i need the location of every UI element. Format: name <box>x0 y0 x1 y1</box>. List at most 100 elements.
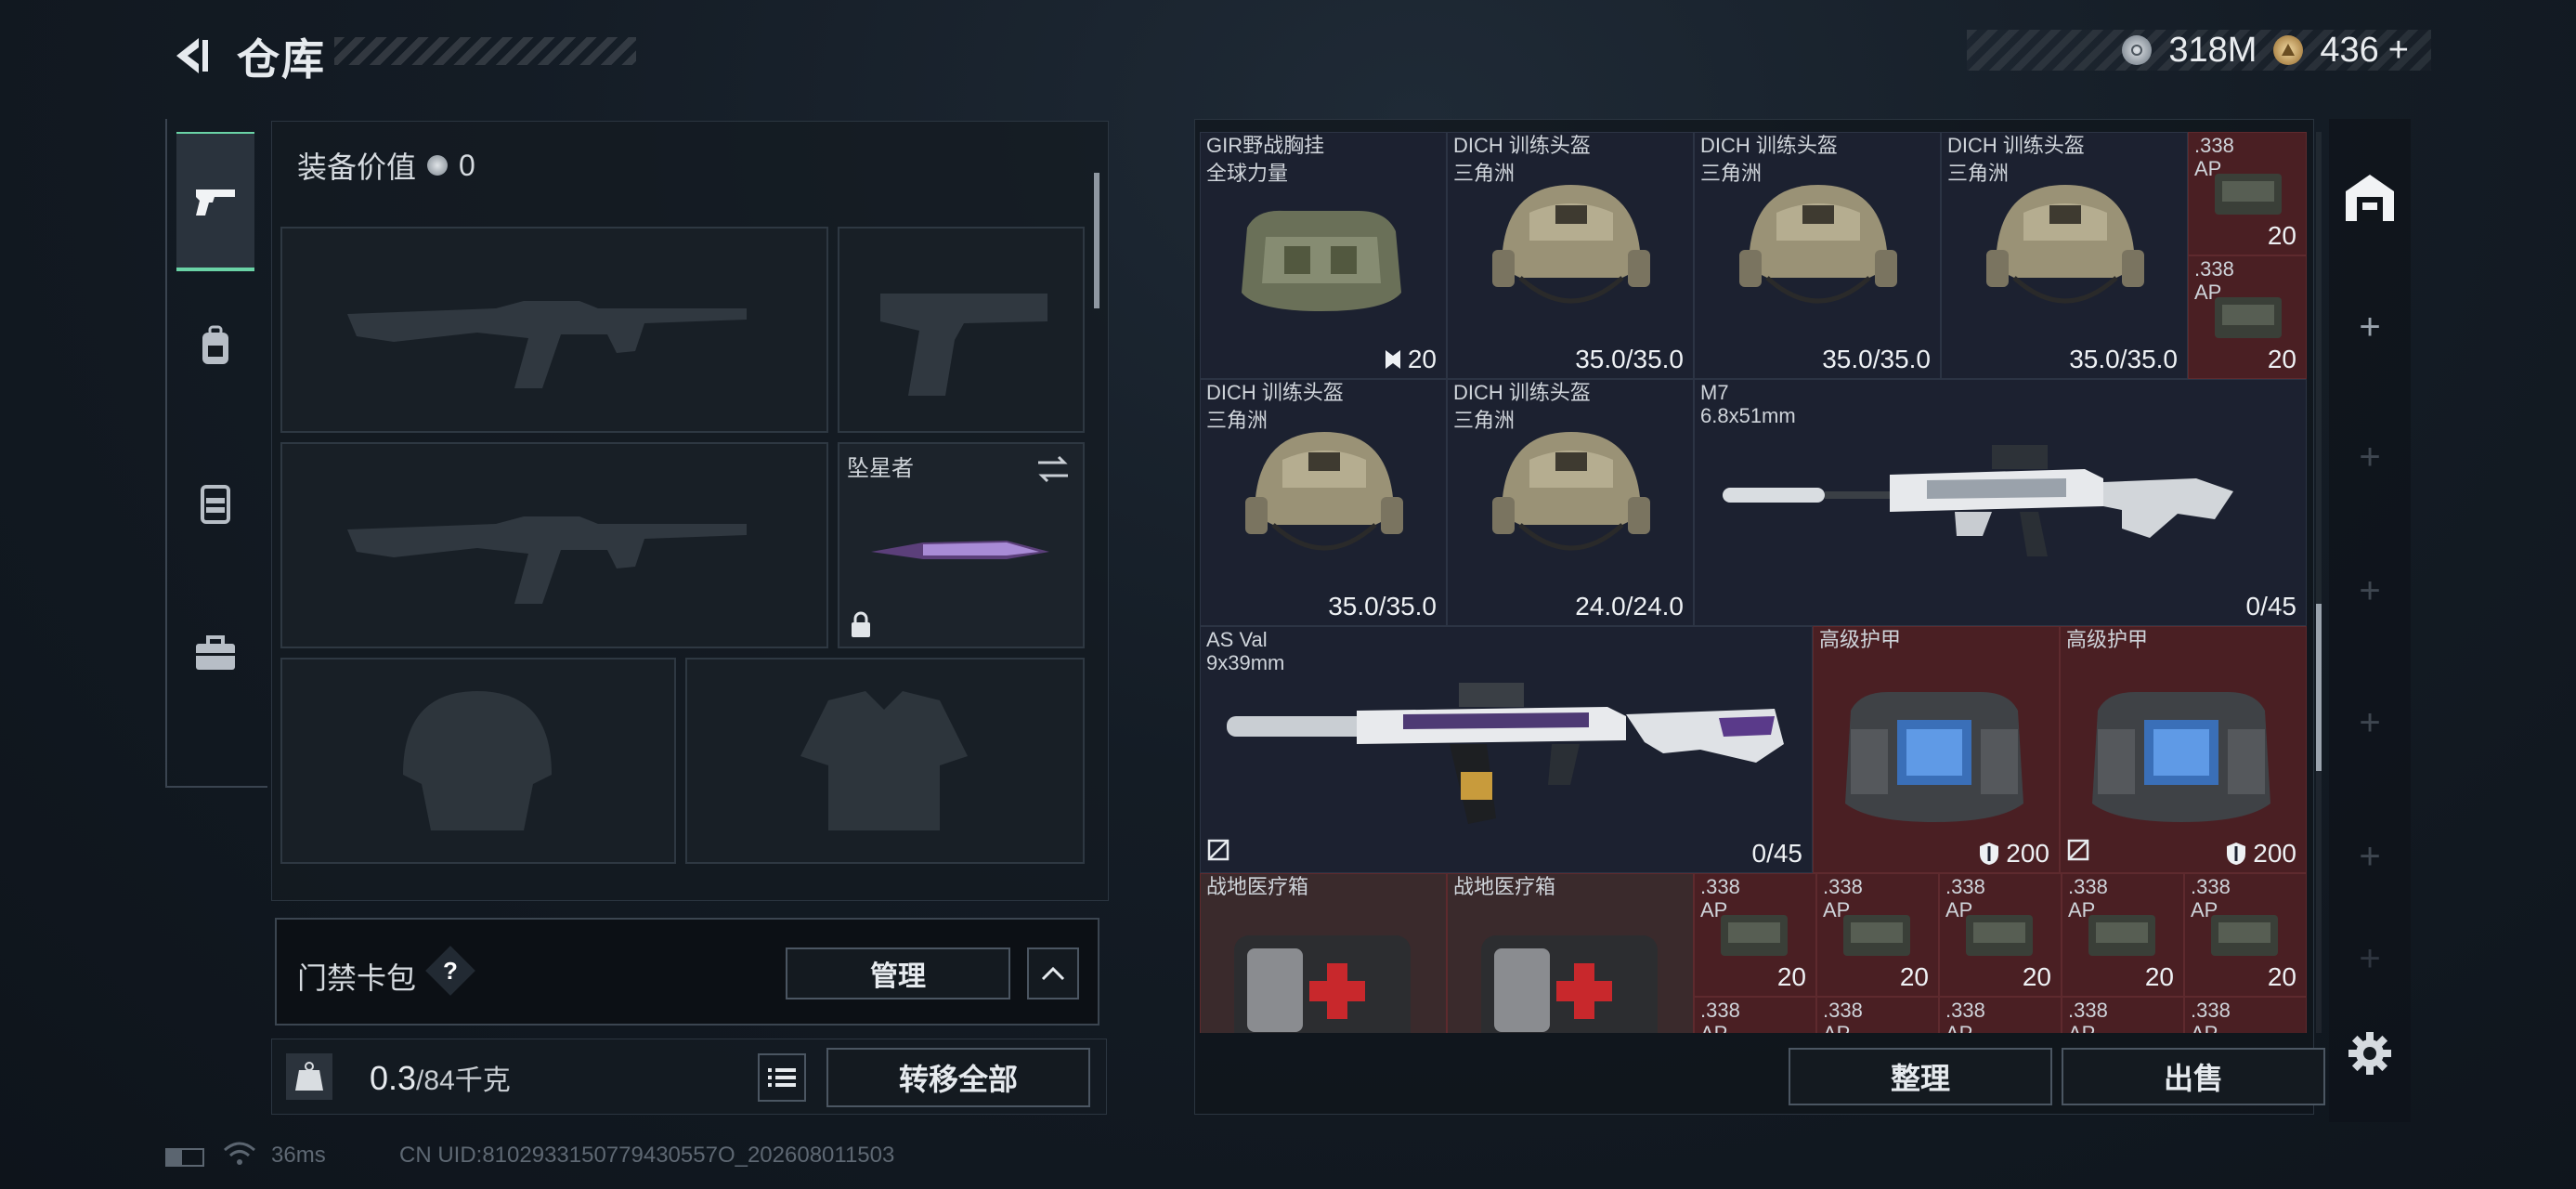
item-value: 35.0/35.0 <box>1328 592 1437 621</box>
item-value: 20 <box>1384 345 1437 374</box>
title-decoration <box>334 37 636 65</box>
stash-item-ammo[interactable]: .338 AP <box>1816 997 1939 1033</box>
item-value: 200 <box>1978 839 2049 869</box>
tab-storage-main[interactable] <box>2329 132 2411 262</box>
item-sub: 全球力量 <box>1206 162 1289 185</box>
add-storage-tab[interactable]: + <box>2329 791 2411 921</box>
tab-backpack[interactable] <box>176 277 254 416</box>
add-storage-tab[interactable]: + <box>2329 526 2411 656</box>
add-storage-tab[interactable]: + <box>2329 658 2411 788</box>
stash-item-helmet[interactable]: DICH 训练头盔 三角洲 35.0/35.0 <box>1941 132 2188 379</box>
equipment-tab-bar <box>165 119 267 788</box>
item-name: M7 <box>1700 381 1729 404</box>
secondary-weapon-slot[interactable] <box>280 442 828 648</box>
chest-rig-image <box>1242 210 1401 311</box>
stash-item-armor[interactable]: 高级护甲 200 <box>2060 626 2307 873</box>
sidearm-slot[interactable] <box>838 227 1085 433</box>
lock-icon <box>852 611 870 637</box>
stash-item-ammo[interactable]: .338 AP 20 <box>2184 873 2307 997</box>
ammo-box-image <box>1721 915 1788 956</box>
melee-slot[interactable]: 坠星者 <box>838 442 1085 648</box>
pistol-silhouette-icon <box>880 294 1047 396</box>
stash-item-ammo[interactable]: .338 AP <box>1694 997 1816 1033</box>
equipment-value-amount: 0 <box>459 148 475 182</box>
stash-item-helmet[interactable]: DICH 训练头盔 三角洲 24.0/24.0 <box>1447 379 1694 626</box>
item-name: .338 <box>2191 875 2231 898</box>
item-name: 高级护甲 <box>2066 628 2149 651</box>
as-val-rifle-image <box>1227 683 1784 824</box>
tab-chest-rig[interactable] <box>176 435 254 574</box>
equipment-scrollbar[interactable] <box>1094 173 1099 308</box>
stash-item-chest-rig[interactable]: GIR野战胸挂 全球力量 20 <box>1200 132 1447 379</box>
list-icon <box>768 1068 796 1087</box>
stash-item-helmet[interactable]: DICH 训练头盔 三角洲 35.0/35.0 <box>1447 132 1694 379</box>
sort-button[interactable]: 整理 <box>1789 1048 2052 1105</box>
equipment-value-label: 装备价值 <box>297 150 417 184</box>
settings-button[interactable] <box>2344 1027 2396 1079</box>
add-storage-tab[interactable]: + <box>2329 262 2411 392</box>
stash-item-ammo[interactable]: .338 AP 20 <box>1816 873 1939 997</box>
help-icon-glyph: ? <box>443 957 458 985</box>
no-insurance-icon <box>1206 838 1230 867</box>
stash-item-rifle-as-val[interactable]: AS Val 9x39mm 0/45 <box>1200 626 1813 873</box>
item-name: .338 <box>1945 875 1985 898</box>
ammo-box-image <box>2215 297 2282 338</box>
item-name: .338 <box>2068 999 2108 1022</box>
item-value: 0/45 <box>1751 839 1803 868</box>
item-name: DICH 训练头盔 <box>1453 381 1591 404</box>
stash-scrollbar[interactable] <box>2316 604 2322 771</box>
medkit-image <box>1481 935 1658 1033</box>
ammo-box-image <box>2088 915 2155 956</box>
collapse-button[interactable] <box>1027 947 1079 1000</box>
stash-item-medkit[interactable]: 战地医疗箱 <box>1200 873 1447 1033</box>
stash-item-ammo[interactable]: .338 AP 20 <box>2062 873 2184 997</box>
item-value: 35.0/35.0 <box>2069 345 2178 373</box>
helmet-slot[interactable] <box>280 658 676 864</box>
warehouse-icon <box>2346 175 2394 221</box>
stash-item-helmet[interactable]: DICH 训练头盔 三角洲 35.0/35.0 <box>1200 379 1447 626</box>
ping-value: 36ms <box>271 1143 326 1168</box>
stash-item-ammo[interactable]: .338 AP 20 <box>1694 873 1816 997</box>
transfer-all-button[interactable]: 转移全部 <box>826 1048 1090 1107</box>
stash-item-ammo[interactable]: .338 AP 20 <box>1939 873 2062 997</box>
swap-icon <box>1038 455 1068 483</box>
add-currency-button[interactable]: + <box>2388 31 2409 71</box>
item-name: 高级护甲 <box>1819 628 1902 651</box>
primary-weapon-slot[interactable] <box>280 227 828 433</box>
chest-rig-icon <box>201 485 230 524</box>
stash-item-ammo[interactable]: .338 AP <box>2184 997 2307 1033</box>
list-view-button[interactable] <box>758 1053 806 1102</box>
armor-slot[interactable] <box>685 658 1085 864</box>
item-name: .338 <box>2068 875 2108 898</box>
helmet-image <box>1492 432 1650 551</box>
armor-bag-image <box>2092 692 2270 822</box>
back-button[interactable] <box>158 28 223 84</box>
item-sub: AP <box>1945 1022 1972 1033</box>
silver-coin-icon <box>2122 35 2153 65</box>
weight-icon <box>286 1053 332 1100</box>
stash-item-medkit[interactable]: 战地医疗箱 <box>1447 873 1694 1033</box>
helmet-image <box>1245 432 1403 551</box>
add-storage-tab[interactable]: + <box>2329 392 2411 522</box>
stash-item-helmet[interactable]: DICH 训练头盔 三角洲 35.0/35.0 <box>1694 132 1941 379</box>
item-value: 24.0/24.0 <box>1575 592 1684 621</box>
tab-toolbox[interactable] <box>176 583 254 723</box>
stash-item-rifle-m7[interactable]: M7 6.8x51mm 0/45 <box>1694 379 2307 626</box>
stash-item-ammo[interactable]: .338 AP 20 <box>2188 255 2307 379</box>
item-sub: AP <box>2068 1022 2095 1033</box>
manage-button[interactable]: 管理 <box>786 947 1010 1000</box>
tab-weapons[interactable] <box>176 132 254 271</box>
silver-currency-value: 318M <box>2168 30 2257 70</box>
back-arrow-icon <box>176 38 208 73</box>
add-storage-tab[interactable]: + <box>2329 921 2411 996</box>
item-sub: AP <box>1823 1022 1850 1033</box>
gold-currency-value: 436 <box>2320 30 2379 70</box>
sell-button[interactable]: 出售 <box>2062 1048 2325 1105</box>
m7-rifle-image <box>1723 445 2233 556</box>
item-value: 20 <box>2267 221 2296 250</box>
rifle-silhouette-icon <box>347 301 747 388</box>
stash-item-armor[interactable]: 高级护甲 200 <box>1813 626 2060 873</box>
stash-item-ammo[interactable]: .338 AP <box>1939 997 2062 1033</box>
stash-item-ammo[interactable]: .338 AP 20 <box>2188 132 2307 255</box>
stash-item-ammo[interactable]: .338 AP <box>2062 997 2184 1033</box>
